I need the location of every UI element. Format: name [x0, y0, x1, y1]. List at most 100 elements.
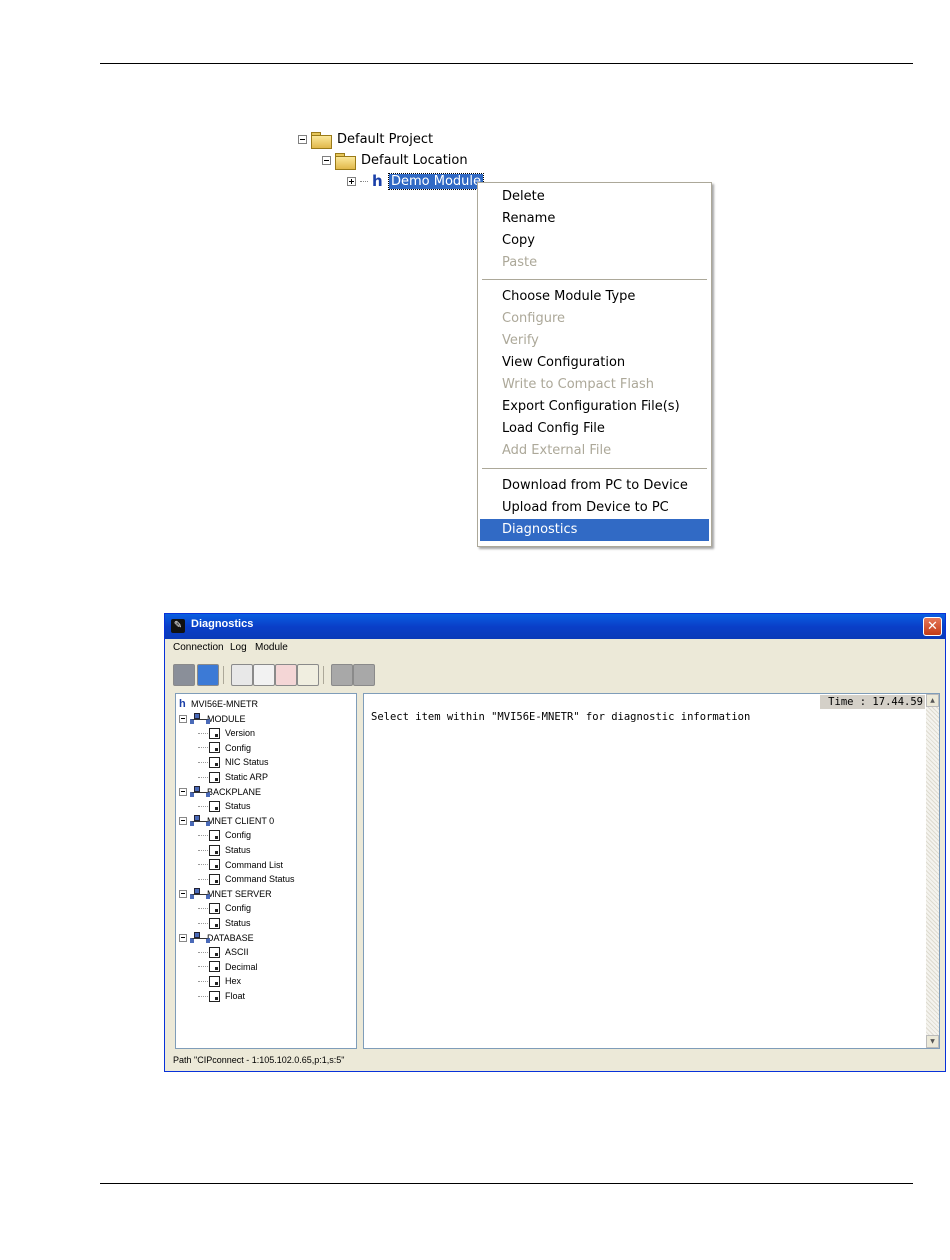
tree-item-version[interactable]: Version: [198, 726, 255, 740]
scroll-down-icon[interactable]: ▼: [926, 1035, 939, 1048]
capture-icon[interactable]: [253, 664, 275, 686]
tree-connector: [360, 180, 368, 182]
toolbar: [165, 660, 945, 690]
connect-icon[interactable]: [173, 664, 195, 686]
tree-connector: [198, 878, 208, 880]
close-button[interactable]: ✕: [923, 617, 942, 636]
tree-group-mnet-client-0[interactable]: MNET CLIENT 0: [179, 814, 274, 828]
tree-item-status[interactable]: Status: [198, 916, 251, 930]
menu-item-delete[interactable]: Delete: [480, 186, 709, 208]
vertical-scrollbar[interactable]: ▲ ▼: [926, 694, 939, 1048]
tree-location[interactable]: Default Location: [322, 150, 468, 170]
document-icon: [209, 946, 220, 958]
tree-group-backplane[interactable]: BACKPLANE: [179, 785, 261, 799]
tree-root-label: MVI56E-MNETR: [191, 699, 259, 709]
tree-item-command-status[interactable]: Command Status: [198, 872, 295, 886]
tree-item-decimal[interactable]: Decimal: [198, 960, 258, 974]
tree-connector: [198, 907, 208, 909]
tree-connector: [198, 966, 208, 968]
collapse-icon[interactable]: [179, 889, 187, 898]
tree-item-config[interactable]: Config: [198, 828, 251, 842]
find-icon[interactable]: [231, 664, 253, 686]
menu-item-paste: Paste: [502, 255, 538, 270]
menu-item-rename[interactable]: Rename: [480, 208, 709, 230]
document-icon: [209, 902, 220, 914]
document-icon: [209, 742, 220, 754]
toolbar-separator: [323, 666, 324, 684]
tree-item-static-arp[interactable]: Static ARP: [198, 770, 268, 784]
collapse-icon[interactable]: [179, 816, 187, 825]
mail-icon[interactable]: [297, 664, 319, 686]
diagnostics-tree: h MVI56E-MNETR MODULE Version Config NIC Stat…: [175, 693, 357, 1049]
tree-group-module[interactable]: MODULE: [179, 712, 246, 726]
menu-item-configure: Configure: [502, 311, 566, 326]
tree-item-config[interactable]: Config: [198, 901, 251, 915]
expand-icon[interactable]: [347, 176, 356, 186]
tree-group-mnet-server[interactable]: MNET SERVER: [179, 887, 272, 901]
document-icon: [209, 829, 220, 841]
tree-item-config[interactable]: Config: [198, 741, 251, 755]
document-icon: [209, 727, 220, 739]
document-icon: [209, 990, 220, 1002]
tree-connector: [198, 922, 208, 924]
tree-item-static-arp-label: Static ARP: [225, 772, 269, 782]
menu-item-load-config-file[interactable]: Load Config File: [480, 418, 709, 440]
menu-item-verify: Verify: [502, 333, 539, 348]
tree-item-command-list[interactable]: Command List: [198, 858, 283, 872]
tree-root[interactable]: h MVI56E-MNETR: [179, 697, 258, 711]
document-icon: [209, 917, 220, 929]
tree-item-config-label: Config: [225, 830, 252, 841]
tree-connector: [198, 776, 208, 778]
tree-connector: [198, 864, 208, 866]
network-icon: [190, 815, 210, 827]
scroll-up-icon[interactable]: ▲: [926, 694, 939, 707]
tree-item-command-list-label: Command List: [225, 859, 284, 870]
tree-item-status[interactable]: Status: [198, 843, 251, 857]
menu-item-export-configuration-file-s[interactable]: Export Configuration File(s): [480, 396, 709, 418]
location-folder-icon: [335, 152, 356, 170]
tree-item-float[interactable]: Float: [198, 989, 245, 1003]
menu-log[interactable]: Log: [230, 642, 247, 653]
module-icon: h: [179, 698, 186, 710]
collapse-icon[interactable]: [179, 714, 187, 723]
collapse-icon[interactable]: [179, 933, 187, 942]
tree-item-hex[interactable]: Hex: [198, 974, 241, 988]
tree-item-status-label: Status: [225, 845, 251, 855]
menu-item-download-from-pc-to-device[interactable]: Download from PC to Device: [480, 475, 709, 497]
menu-item-choose-module-type[interactable]: Choose Module Type: [480, 286, 709, 308]
tree-group-backplane-label: BACKPLANE: [207, 786, 262, 797]
tree-item-ascii[interactable]: ASCII: [198, 945, 249, 959]
tree-module[interactable]: h Demo Module: [347, 171, 485, 191]
tree-connector: [198, 747, 208, 749]
tree-group-database-label: DATABASE: [207, 932, 254, 943]
menu-item-view-configuration[interactable]: View Configuration: [480, 352, 709, 374]
tree-project[interactable]: Default Project: [298, 129, 433, 149]
tool-icon[interactable]: [353, 664, 375, 686]
title-bar[interactable]: ✎ Diagnostics ✕: [165, 614, 945, 639]
tree-item-version-label: Version: [225, 728, 256, 739]
tree-connector: [198, 980, 208, 982]
menu-module[interactable]: Module: [255, 642, 288, 653]
disconnect-icon[interactable]: [197, 664, 219, 686]
menu-item-diagnostics[interactable]: Diagnostics: [480, 519, 709, 541]
tree-item-nic-status[interactable]: NIC Status: [198, 755, 269, 769]
network-icon: [190, 713, 210, 725]
tree-item-command-status-label: Command Status: [225, 874, 295, 885]
menu-connection[interactable]: Connection: [173, 642, 224, 653]
menu-item-upload-from-device-to-pc[interactable]: Upload from Device to PC: [480, 497, 709, 519]
menu-item-copy[interactable]: Copy: [480, 230, 709, 252]
menu-item-add-external-file: Add External File: [502, 443, 612, 458]
document-icon: [209, 800, 220, 812]
tree-group-database[interactable]: DATABASE: [179, 931, 254, 945]
tree-item-status[interactable]: Status: [198, 799, 251, 813]
send-icon[interactable]: [275, 664, 297, 686]
document-icon: [209, 771, 220, 783]
module-icon: h: [372, 172, 383, 190]
tree-connector: [198, 761, 208, 763]
collapse-icon[interactable]: [298, 134, 307, 144]
collapse-icon[interactable]: [322, 155, 331, 165]
module-icon[interactable]: [331, 664, 353, 686]
document-icon: [209, 975, 220, 987]
tree-item-config-label: Config: [225, 903, 252, 914]
collapse-icon[interactable]: [179, 787, 187, 796]
